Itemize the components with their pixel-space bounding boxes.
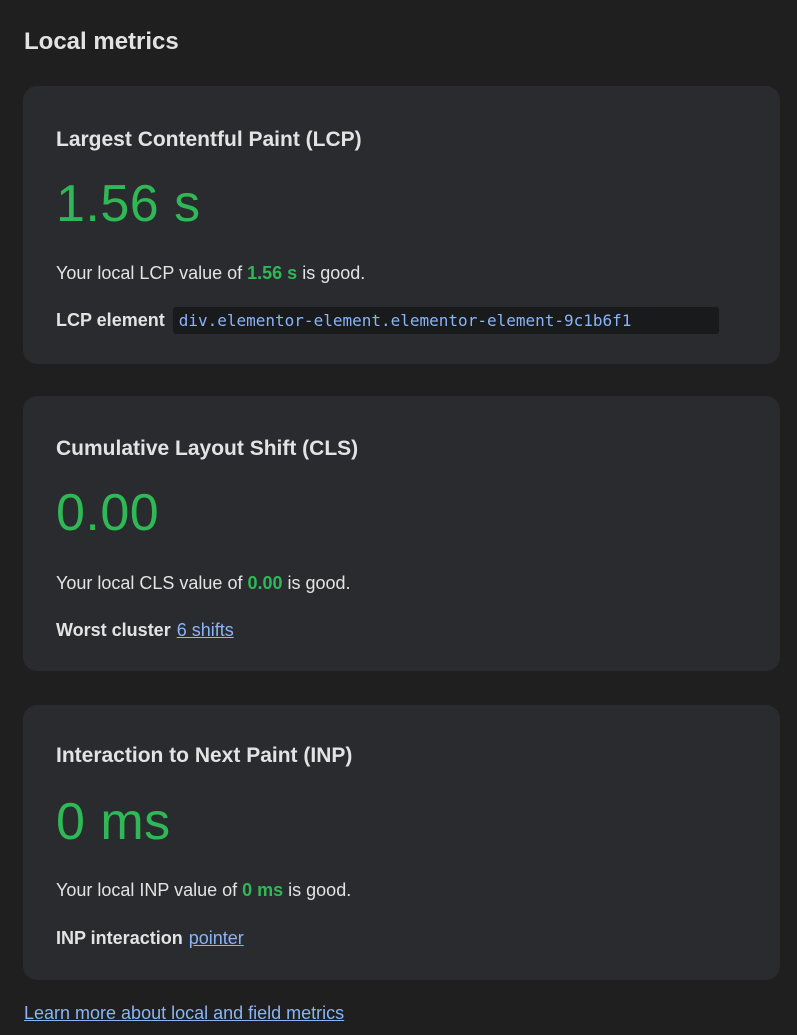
lcp-desc-suffix: is good. xyxy=(297,263,366,283)
cls-card: Cumulative Layout Shift (CLS) 0.00 Your … xyxy=(23,396,780,671)
lcp-title: Largest Contentful Paint (LCP) xyxy=(56,128,362,151)
cls-value: 0.00 xyxy=(56,484,160,542)
panel-title: Local metrics xyxy=(24,28,179,55)
inp-card: Interaction to Next Paint (INP) 0 ms You… xyxy=(23,705,780,980)
cls-detail: Worst cluster 6 shifts xyxy=(56,620,234,641)
worst-cluster-label: Worst cluster xyxy=(56,620,171,640)
inp-detail: INP interaction pointer xyxy=(56,928,244,949)
inp-desc-value: 0 ms xyxy=(242,880,284,900)
local-metrics-panel: Local metrics Largest Contentful Paint (… xyxy=(0,0,797,1035)
lcp-element-label: LCP element xyxy=(56,310,165,330)
inp-value: 0 ms xyxy=(56,793,171,851)
cls-title: Cumulative Layout Shift (CLS) xyxy=(56,437,359,460)
lcp-detail: LCP element div.elementor-element.elemen… xyxy=(56,307,719,334)
inp-interaction-link[interactable]: pointer xyxy=(189,928,244,949)
cls-desc-suffix: is good. xyxy=(282,573,351,593)
worst-cluster-link[interactable]: 6 shifts xyxy=(177,620,234,641)
learn-more-link[interactable]: Learn more about local and field metrics xyxy=(24,1003,344,1024)
inp-desc-prefix: Your local INP value of xyxy=(56,880,243,900)
inp-interaction-label: INP interaction xyxy=(56,928,183,948)
lcp-value: 1.56 s xyxy=(56,175,201,233)
inp-desc-suffix: is good. xyxy=(283,880,352,900)
lcp-description: Your local LCP value of 1.56 s is good. xyxy=(56,263,365,284)
inp-title: Interaction to Next Paint (INP) xyxy=(56,744,353,767)
inp-description: Your local INP value of 0 ms is good. xyxy=(56,880,351,901)
lcp-desc-prefix: Your local LCP value of xyxy=(56,263,248,283)
lcp-element-selector[interactable]: div.elementor-element.elementor-element-… xyxy=(172,307,719,334)
cls-desc-value: 0.00 xyxy=(247,573,283,593)
lcp-card: Largest Contentful Paint (LCP) 1.56 s Yo… xyxy=(23,86,780,364)
cls-desc-prefix: Your local CLS value of xyxy=(56,573,248,593)
lcp-desc-value: 1.56 s xyxy=(247,263,298,283)
cls-description: Your local CLS value of 0.00 is good. xyxy=(56,573,351,594)
